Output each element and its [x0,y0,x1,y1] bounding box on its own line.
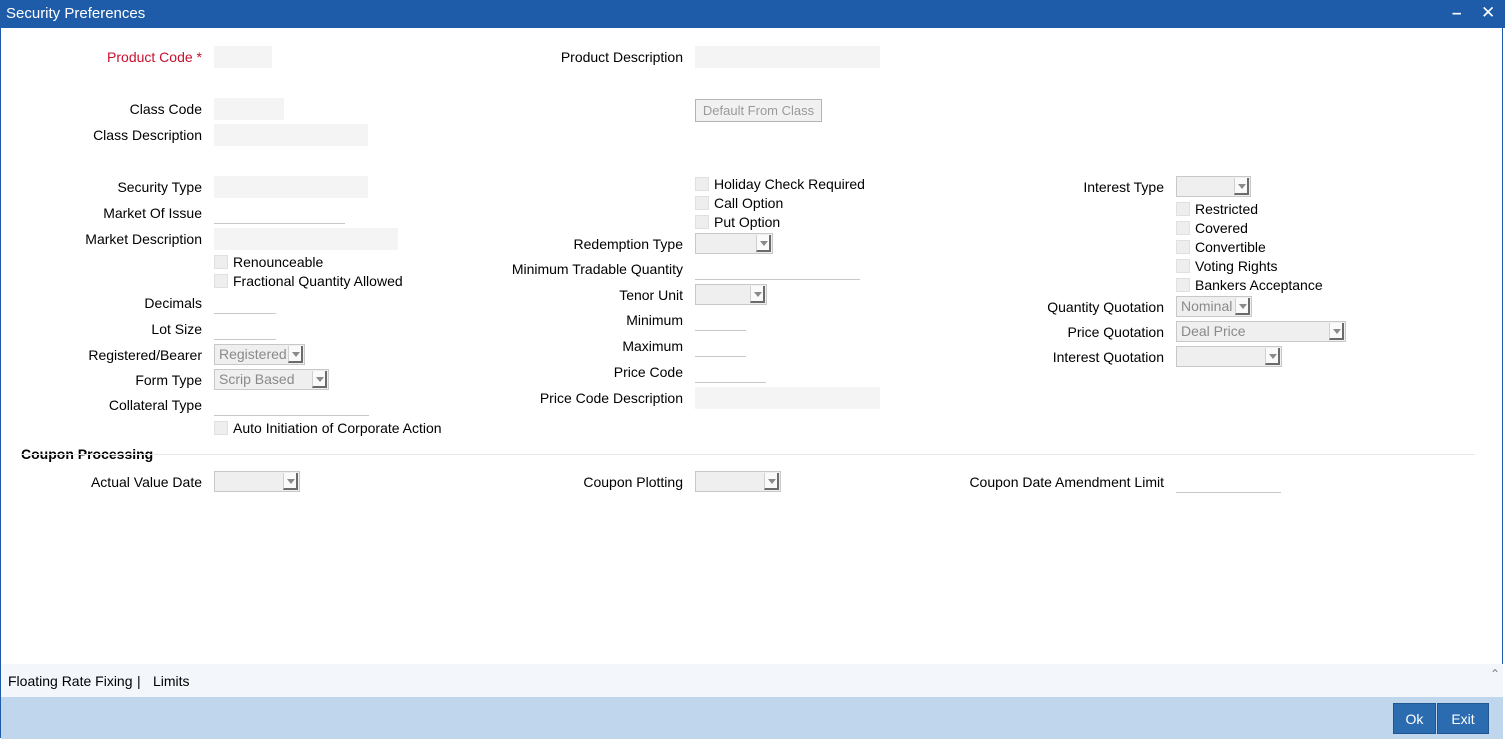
ok-button[interactable]: Ok [1393,703,1436,734]
min-tradable-qty-input[interactable] [695,258,860,280]
holiday-check-checkbox[interactable] [695,177,709,191]
tenor-unit-label: Tenor Unit [619,287,683,303]
call-option-checkbox[interactable] [695,196,709,210]
auto-initiation-label: Auto Initiation of Corporate Action [233,420,442,436]
chevron-down-icon [1329,323,1344,340]
registered-bearer-label: Registered/Bearer [88,347,202,363]
window-title: Security Preferences [6,5,146,22]
put-option-checkbox[interactable] [695,215,709,229]
interest-type-select[interactable] [1176,176,1251,197]
minimum-input[interactable] [695,309,746,331]
minimize-icon[interactable]: – [1452,3,1461,23]
covered-checkbox[interactable] [1176,221,1190,235]
fractional-quantity-checkbox[interactable] [214,274,228,288]
class-code-input[interactable] [214,98,284,120]
class-description-label: Class Description [93,127,202,143]
restricted-checkbox[interactable] [1176,202,1190,216]
market-of-issue-input[interactable] [214,202,345,224]
voting-rights-checkbox[interactable] [1176,259,1190,273]
restricted-label: Restricted [1195,201,1259,217]
form-type-label: Form Type [135,372,202,388]
lot-size-label: Lot Size [151,321,202,337]
security-type-label: Security Type [117,179,202,195]
renounceable-label: Renounceable [233,254,324,270]
convertible-checkbox[interactable] [1176,240,1190,254]
coupon-date-amendment-limit-input[interactable] [1176,471,1281,493]
collateral-type-input[interactable] [214,394,369,416]
decimals-input[interactable] [214,292,276,314]
section-divider [21,454,1475,455]
interest-quotation-label: Interest Quotation [1052,349,1164,365]
chevron-down-icon [1235,298,1250,315]
renounceable-checkbox[interactable] [214,255,228,269]
chevron-down-icon [1265,348,1280,365]
footer-bar [1,697,1503,739]
price-code-description-input[interactable] [695,387,880,409]
bankers-acceptance-checkbox[interactable] [1176,278,1190,292]
collateral-type-label: Collateral Type [108,397,202,413]
quantity-quotation-select[interactable]: Nominal [1176,296,1252,317]
market-description-input[interactable] [214,228,398,250]
price-code-description-label: Price Code Description [539,390,683,406]
title-bar: Security Preferences – ✕ [0,0,1505,28]
holiday-check-label: Holiday Check Required [714,176,865,192]
product-code-label: Product Code * [107,49,202,65]
bankers-acceptance-label: Bankers Acceptance [1195,277,1323,293]
maximum-label: Maximum [622,338,683,354]
maximum-input[interactable] [695,335,746,357]
coupon-date-amendment-limit-label: Coupon Date Amendment Limit [969,474,1164,490]
fractional-quantity-label: Fractional Quantity Allowed [233,273,403,289]
chevron-down-icon [750,286,765,303]
price-quotation-label: Price Quotation [1067,324,1165,340]
chevron-down-icon [288,346,303,363]
chevron-down-icon [764,473,779,490]
subscreen-links-bar: Floating Rate Fixing | Limits ⌃ [1,664,1503,697]
floating-rate-fixing-link[interactable]: Floating Rate Fixing [8,673,133,689]
chevron-down-icon [756,235,771,252]
actual-value-date-label: Actual Value Date [90,474,202,490]
registered-bearer-select[interactable]: Registered [214,344,305,365]
tenor-unit-select[interactable] [695,284,767,305]
close-icon[interactable]: ✕ [1481,3,1495,23]
price-code-label: Price Code [613,364,683,380]
actual-value-date-select[interactable] [214,471,300,492]
link-separator: | [137,673,141,689]
call-option-label: Call Option [714,195,784,211]
product-description-input[interactable] [695,46,880,68]
minimum-label: Minimum [626,312,683,328]
redemption-type-select[interactable] [695,233,773,254]
covered-label: Covered [1195,220,1248,236]
chevron-down-icon [312,371,327,388]
lot-size-input[interactable] [214,318,276,340]
decimals-label: Decimals [144,295,202,311]
price-quotation-select[interactable]: Deal Price [1176,321,1346,342]
voting-rights-label: Voting Rights [1195,258,1278,274]
coupon-plotting-select[interactable] [695,471,781,492]
default-from-class-button[interactable]: Default From Class [695,99,822,122]
form-type-select[interactable]: Scrip Based [214,369,329,390]
security-type-input[interactable] [214,176,368,198]
class-description-input[interactable] [214,124,368,146]
class-code-label: Class Code [129,101,202,117]
price-code-input[interactable] [695,361,766,383]
quantity-quotation-label: Quantity Quotation [1047,299,1164,315]
market-description-label: Market Description [85,231,202,247]
product-code-input[interactable] [214,46,272,68]
coupon-plotting-label: Coupon Plotting [583,474,683,490]
auto-initiation-checkbox[interactable] [214,421,228,435]
convertible-label: Convertible [1195,239,1266,255]
chevron-down-icon [1234,178,1249,195]
market-of-issue-label: Market Of Issue [103,205,202,221]
redemption-type-label: Redemption Type [573,236,683,252]
chevron-down-icon [283,473,298,490]
product-description-label: Product Description [560,49,683,65]
exit-button[interactable]: Exit [1437,703,1489,734]
interest-type-label: Interest Type [1083,179,1164,195]
limits-link[interactable]: Limits [153,673,190,689]
chevron-up-icon[interactable]: ⌃ [1490,667,1500,681]
interest-quotation-select[interactable] [1176,346,1282,367]
min-tradable-qty-label: Minimum Tradable Quantity [511,261,683,277]
put-option-label: Put Option [714,214,781,230]
